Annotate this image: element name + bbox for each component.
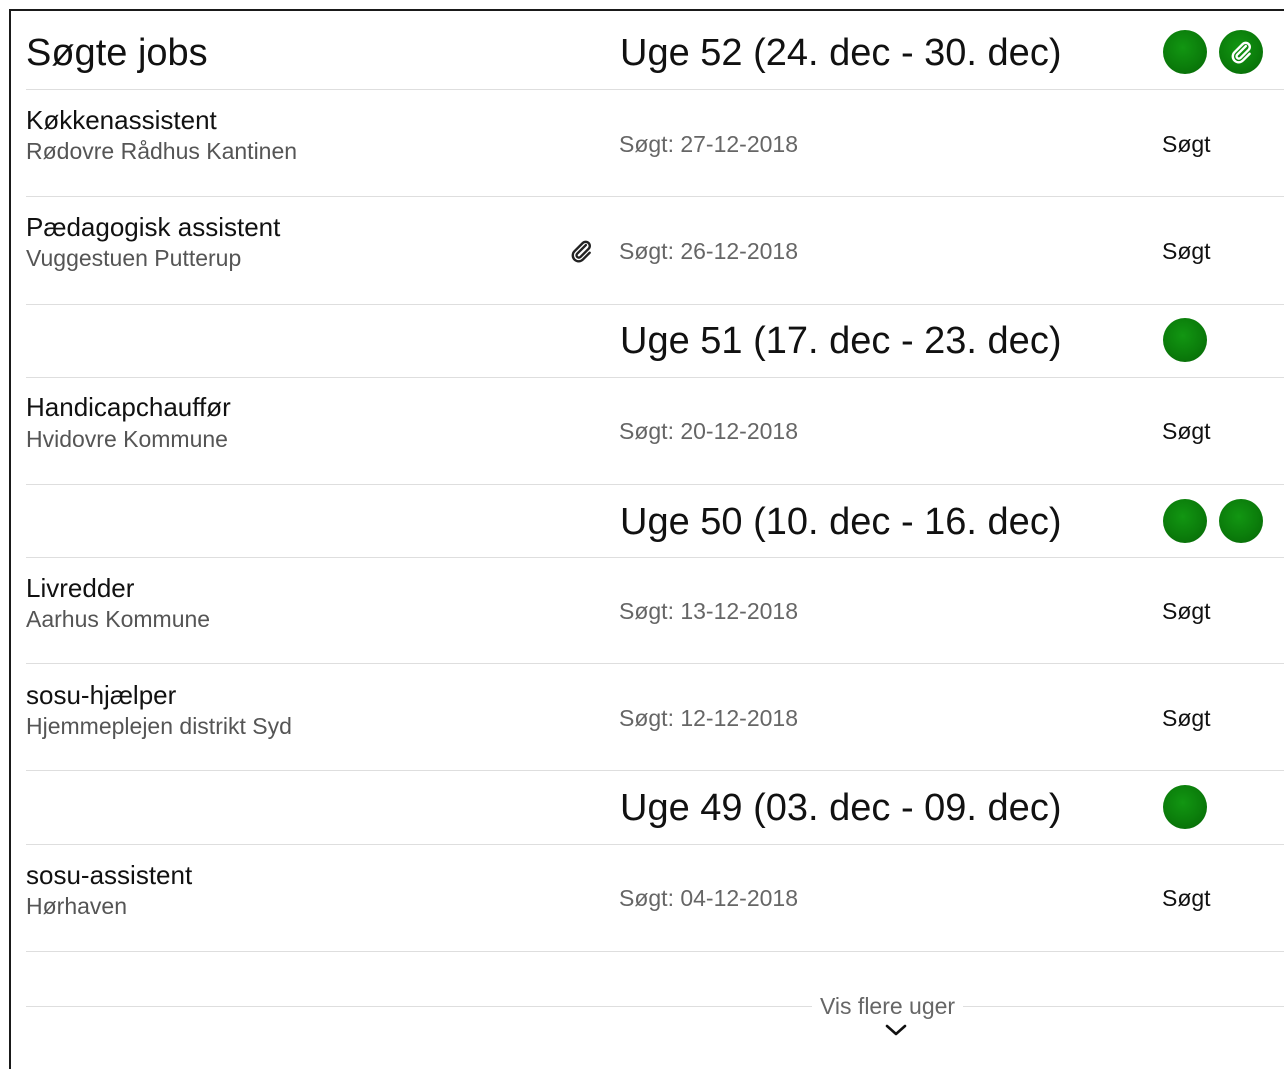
status-dot bbox=[1163, 785, 1207, 829]
paperclip-icon bbox=[1231, 41, 1251, 64]
divider bbox=[26, 557, 1284, 558]
job-status: Søgt bbox=[1162, 598, 1211, 624]
job-company: Rødovre Rådhus Kantinen bbox=[26, 138, 298, 164]
divider bbox=[26, 1006, 1284, 1007]
week-51-title: Uge 51 (17. dec - 23. dec) bbox=[620, 320, 1062, 362]
week-50-title: Uge 50 (10. dec - 16. dec) bbox=[620, 501, 1062, 543]
divider bbox=[26, 304, 1284, 305]
job-title[interactable]: Pædagogisk assistent bbox=[26, 212, 280, 242]
status-dot bbox=[1163, 499, 1207, 543]
job-status: Søgt bbox=[1162, 705, 1211, 731]
job-title[interactable]: sosu-hjælper bbox=[26, 680, 176, 710]
job-company: Hjemmeplejen distrikt Syd bbox=[26, 713, 292, 739]
job-applied-date: Søgt: 04-12-2018 bbox=[619, 885, 799, 911]
show-more-weeks-button[interactable]: Vis flere uger bbox=[812, 991, 964, 1021]
week-52-title: Uge 52 (24. dec - 30. dec) bbox=[620, 32, 1062, 74]
job-applied-date: Søgt: 27-12-2018 bbox=[619, 131, 799, 157]
job-title[interactable]: Handicapchauffør bbox=[26, 392, 231, 422]
job-status: Søgt bbox=[1162, 131, 1211, 157]
job-company: Vuggestuen Putterup bbox=[26, 245, 242, 271]
divider bbox=[26, 484, 1284, 485]
job-title[interactable]: Livredder bbox=[26, 573, 134, 603]
job-status: Søgt bbox=[1162, 238, 1211, 264]
job-status: Søgt bbox=[1162, 885, 1211, 911]
divider bbox=[26, 377, 1284, 378]
job-applied-date: Søgt: 12-12-2018 bbox=[619, 705, 799, 731]
paperclip-icon[interactable] bbox=[568, 238, 594, 264]
attachment-dot[interactable] bbox=[1219, 30, 1263, 74]
job-title[interactable]: sosu-assistent bbox=[26, 860, 192, 890]
status-dot bbox=[1163, 30, 1207, 74]
divider bbox=[26, 770, 1284, 771]
week-49-title: Uge 49 (03. dec - 09. dec) bbox=[620, 787, 1062, 829]
divider bbox=[26, 951, 1284, 952]
divider bbox=[26, 663, 1284, 664]
job-company: Hørhaven bbox=[26, 893, 127, 919]
job-company: Aarhus Kommune bbox=[26, 606, 211, 632]
job-applied-date: Søgt: 26-12-2018 bbox=[619, 238, 799, 264]
status-dot bbox=[1219, 499, 1263, 543]
job-company: Hvidovre Kommune bbox=[26, 426, 228, 452]
job-applied-date: Søgt: 13-12-2018 bbox=[619, 598, 799, 624]
page-title: Søgte jobs bbox=[26, 32, 208, 74]
divider bbox=[26, 844, 1284, 845]
job-applied-date: Søgt: 20-12-2018 bbox=[619, 418, 799, 444]
status-dot bbox=[1163, 318, 1207, 362]
divider bbox=[26, 196, 1284, 197]
job-title[interactable]: Køkkenassistent bbox=[26, 105, 217, 135]
job-status: Søgt bbox=[1162, 418, 1211, 444]
divider bbox=[26, 89, 1284, 90]
chevron-down-icon[interactable] bbox=[884, 1022, 908, 1038]
